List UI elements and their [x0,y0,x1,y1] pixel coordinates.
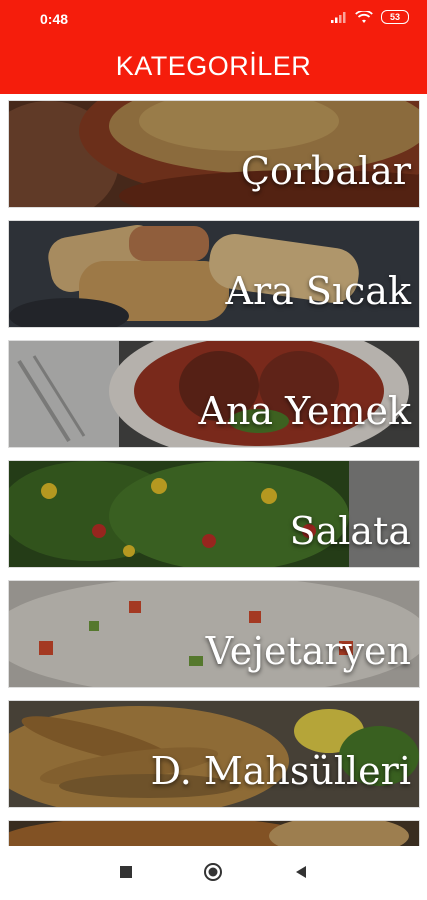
recent-apps-icon [120,866,132,878]
category-card-corbalar[interactable]: Çorbalar [8,100,420,208]
recent-apps-button[interactable] [114,860,138,884]
back-icon [296,866,306,878]
app-bar: KATEGORİLER [0,38,427,94]
navigation-bar [0,846,427,900]
status-icons: 53 [331,10,409,24]
category-card-ara-sicak[interactable]: Ara Sıcak [8,220,420,328]
category-label: Vejetaryen [205,629,411,673]
wifi-icon [355,10,373,23]
category-label: Ana Yemek [198,389,411,433]
category-card-d-mahsulleri[interactable]: D. Mahsülleri [8,700,420,808]
category-label: Çorbalar [240,149,411,193]
category-card-vejetaryen[interactable]: Vejetaryen [8,580,420,688]
category-card-ana-yemek[interactable]: Ana Yemek [8,340,420,448]
status-bar: 0:48 53 [0,0,427,38]
status-time: 0:48 [40,11,69,27]
home-icon [204,863,222,881]
category-label: Ara Sıcak [225,269,412,313]
home-button[interactable] [201,860,225,884]
back-button[interactable] [289,860,313,884]
category-card-partial[interactable] [8,820,420,846]
category-card-salata[interactable]: Salata [8,460,420,568]
signal-icon [331,12,346,23]
category-list[interactable]: Çorbalar Ara Sıcak Ana Yemek Salata Veje… [0,94,427,846]
category-label: Salata [289,509,411,553]
page-title: KATEGORİLER [115,50,312,81]
battery-icon: 53 [381,10,409,24]
category-label: D. Mahsülleri [150,749,411,793]
